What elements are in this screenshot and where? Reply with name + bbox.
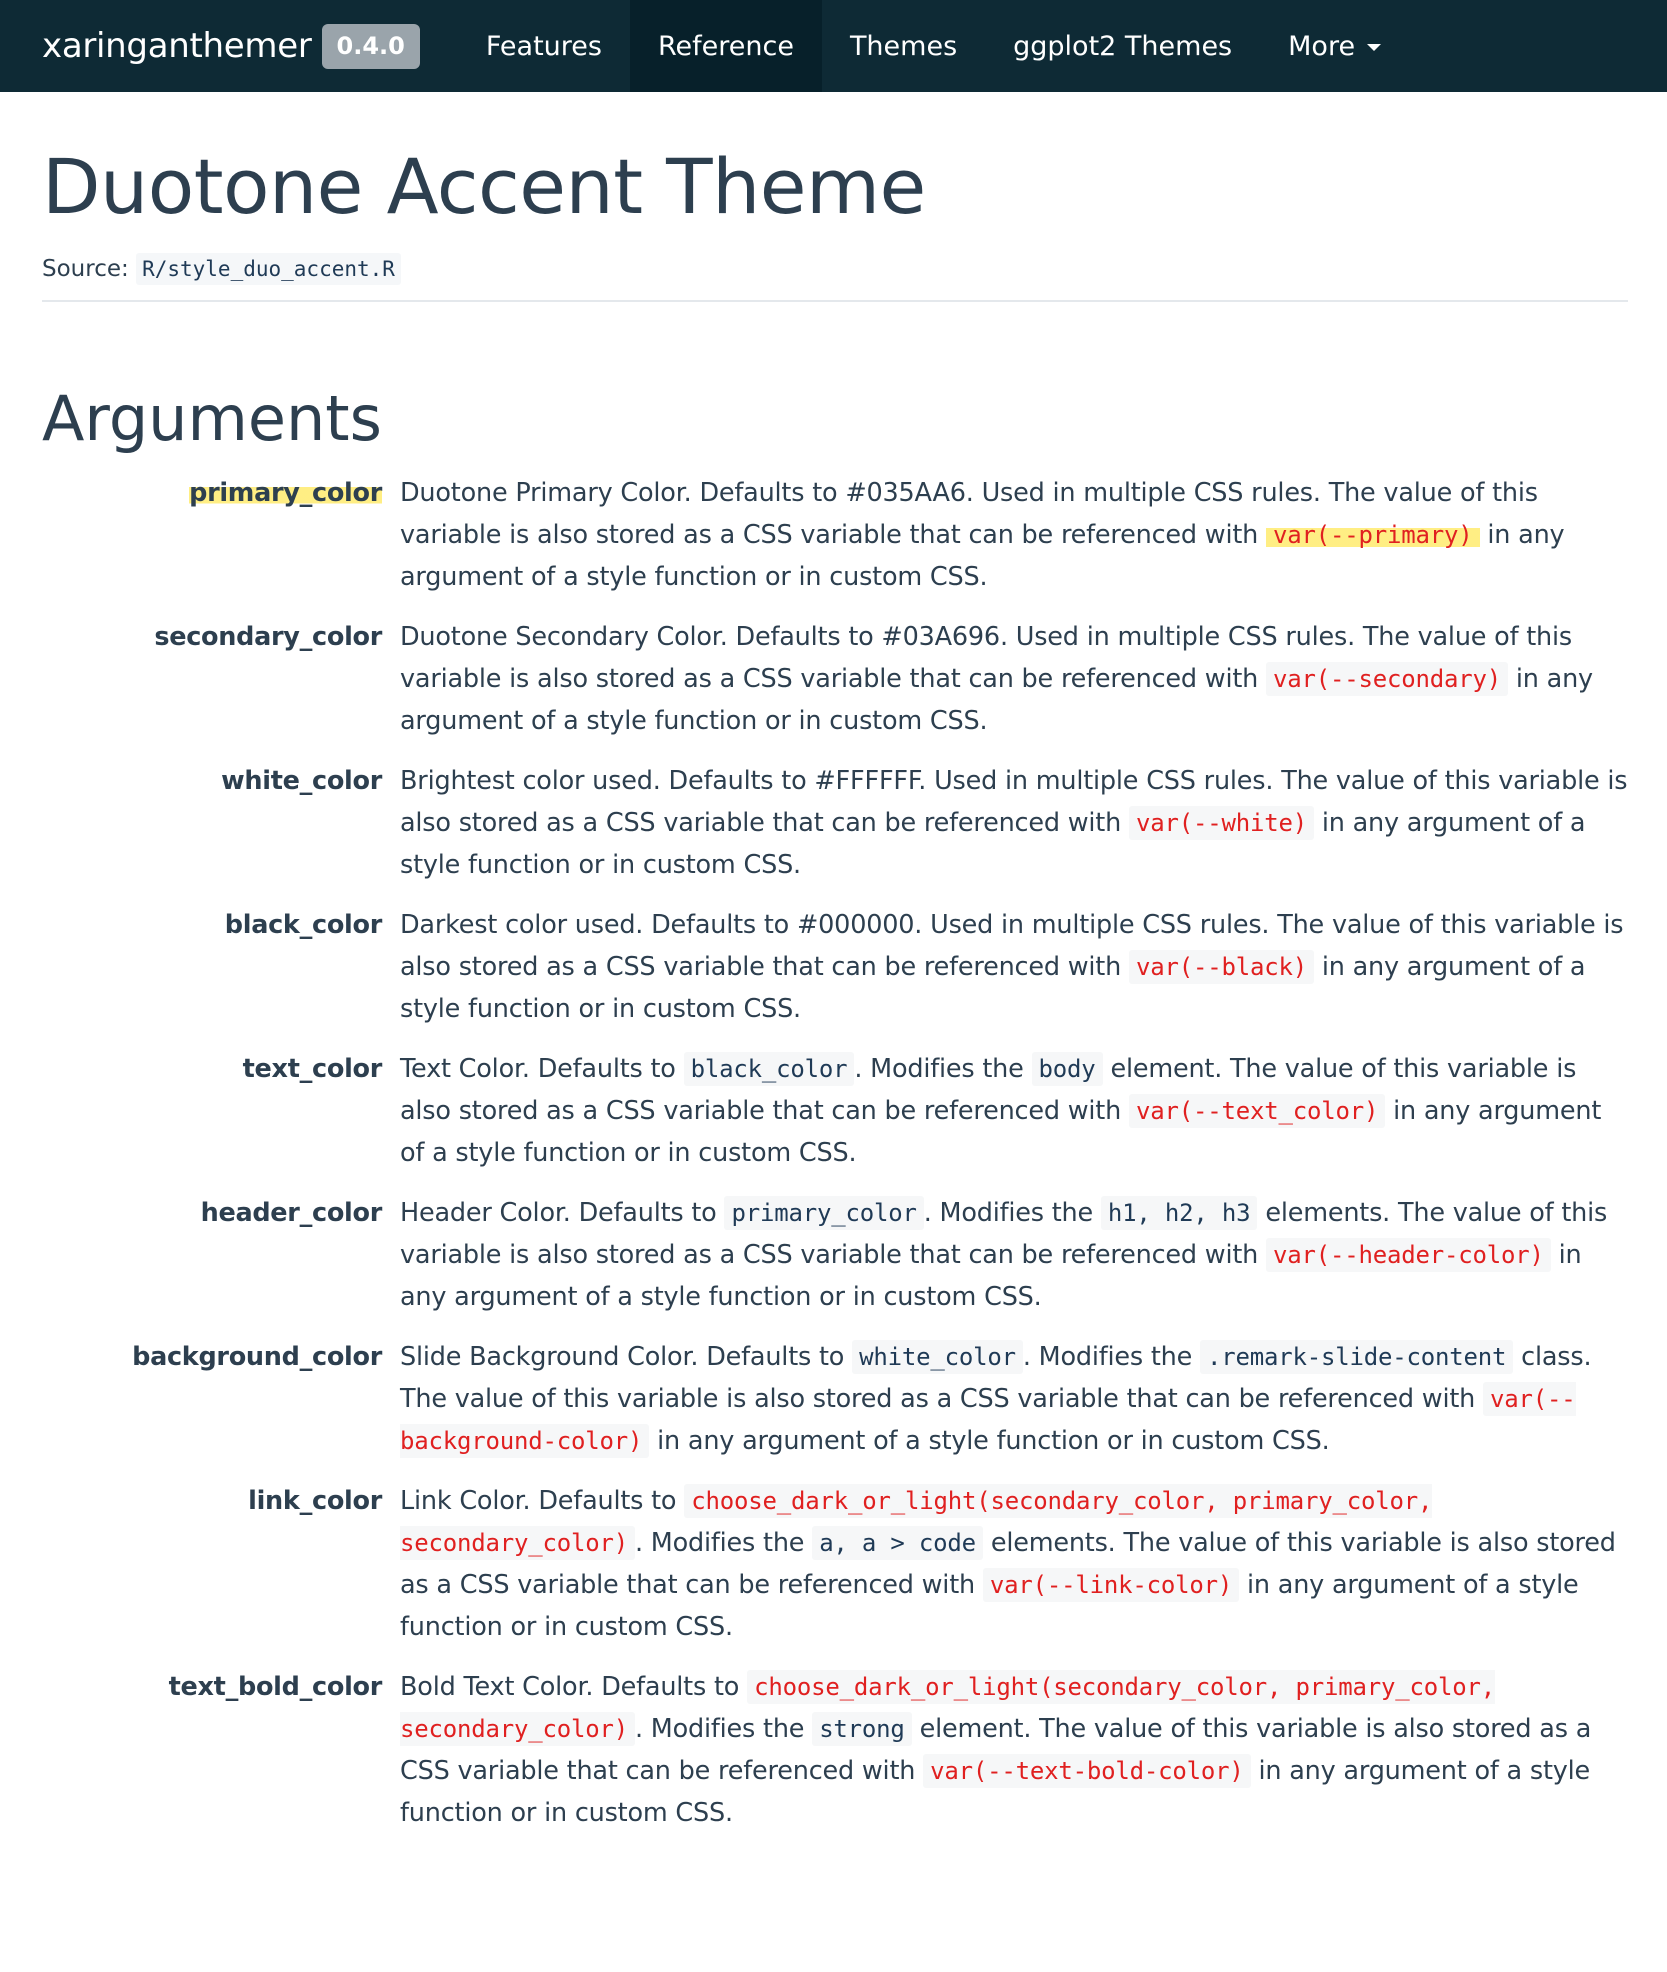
arg-row-black-color: black_color Darkest color used. Defaults… — [42, 904, 1628, 1030]
element-code: a, a > code — [812, 1526, 983, 1560]
source-line: Source: R/style_duo_accent.R — [42, 253, 1625, 285]
arg-row-primary-color: primary_color Duotone Primary Color. Def… — [42, 472, 1628, 598]
caret-down-icon — [1367, 44, 1382, 51]
css-var-code: var(--link-color) — [982, 1568, 1240, 1602]
arg-row-white-color: white_color Brightest color used. Defaul… — [42, 760, 1628, 886]
page-title: Duotone Accent Theme — [42, 142, 926, 231]
arg-name: text_bold_color — [168, 1672, 383, 1702]
highlighted-arg-name: primary_color — [189, 478, 382, 508]
element-code: body — [1031, 1052, 1103, 1086]
desc-text: Text Color. Defaults to — [400, 1054, 684, 1084]
css-var-code: var(--text_color) — [1128, 1094, 1386, 1128]
nav-more-label: More — [1288, 30, 1356, 62]
brand-link[interactable]: xaringanthemer — [42, 26, 312, 66]
main-content: Duotone Accent Theme Source: R/style_duo… — [0, 142, 1667, 1834]
element-code: .remark-slide-content — [1200, 1340, 1514, 1374]
desc-text: in any argument of a style function or i… — [649, 1426, 1330, 1456]
arg-name: text_color — [242, 1054, 383, 1084]
divider — [42, 300, 1628, 302]
css-var-code: var(--secondary) — [1266, 662, 1508, 696]
arg-name: header_color — [200, 1198, 383, 1228]
nav-more-dropdown[interactable]: More — [1260, 0, 1409, 92]
arg-description: Duotone Secondary Color. Defaults to #03… — [400, 616, 1628, 742]
desc-text: . Modifies the — [635, 1528, 813, 1558]
css-var-code: var(--black) — [1128, 950, 1314, 984]
arg-name: link_color — [248, 1486, 382, 1516]
desc-text: . Modifies the — [923, 1198, 1101, 1228]
arg-description: Slide Background Color. Defaults to whit… — [400, 1336, 1628, 1462]
default-value-code: white_color — [852, 1340, 1023, 1374]
arg-description: Header Color. Defaults to primary_color.… — [400, 1192, 1628, 1318]
desc-text: . Modifies the — [635, 1714, 813, 1744]
arg-row-link-color: link_color Link Color. Defaults to choos… — [42, 1480, 1628, 1648]
arg-description: Brightest color used. Defaults to #FFFFF… — [400, 760, 1628, 886]
nav-reference[interactable]: Reference — [629, 0, 822, 92]
css-var-code: var(--text-bold-color) — [923, 1754, 1251, 1788]
arg-row-header-color: header_color Header Color. Defaults to p… — [42, 1192, 1628, 1318]
arg-description: Text Color. Defaults to black_color. Mod… — [400, 1048, 1628, 1174]
arguments-list: primary_color Duotone Primary Color. Def… — [42, 472, 1628, 1834]
css-var-code: var(--primary) — [1266, 518, 1480, 552]
desc-text: . Modifies the — [1022, 1342, 1201, 1372]
arg-description: Bold Text Color. Defaults to choose_dark… — [400, 1666, 1628, 1834]
arg-description: Darkest color used. Defaults to #000000.… — [400, 904, 1628, 1030]
arg-name: primary_color — [42, 472, 400, 598]
arg-row-text-bold-color: text_bold_color Bold Text Color. Default… — [42, 1666, 1628, 1834]
arg-row-secondary-color: secondary_color Duotone Secondary Color.… — [42, 616, 1628, 742]
default-value-code: primary_color — [724, 1196, 924, 1230]
source-label: Source: — [42, 256, 129, 282]
css-var-code: var(--header-color) — [1266, 1238, 1551, 1272]
element-code: strong — [812, 1712, 912, 1746]
desc-text: Slide Background Color. Defaults to — [400, 1342, 853, 1372]
arg-name: secondary_color — [154, 622, 382, 652]
arg-name: black_color — [224, 910, 383, 940]
default-value-code: black_color — [683, 1052, 855, 1086]
arg-row-text-color: text_color Text Color. Defaults to black… — [42, 1048, 1628, 1174]
nav-themes[interactable]: Themes — [822, 0, 985, 92]
source-file-link[interactable]: R/style_duo_accent.R — [136, 253, 401, 285]
nav-ggplot2-themes[interactable]: ggplot2 Themes — [985, 0, 1260, 92]
section-title-arguments: Arguments — [42, 382, 382, 455]
nav-features[interactable]: Features — [458, 0, 630, 92]
arg-description: Duotone Primary Color. Defaults to #035A… — [400, 472, 1628, 598]
css-var-code: var(--white) — [1128, 806, 1314, 840]
arg-row-background-color: background_color Slide Background Color.… — [42, 1336, 1628, 1462]
desc-text: . Modifies the — [854, 1054, 1032, 1084]
desc-text: Header Color. Defaults to — [400, 1198, 725, 1228]
element-code: h1, h2, h3 — [1100, 1196, 1258, 1230]
arg-name: white_color — [221, 766, 382, 796]
desc-text: Link Color. Defaults to — [400, 1486, 685, 1516]
desc-text: Bold Text Color. Defaults to — [400, 1672, 748, 1702]
arg-description: Link Color. Defaults to choose_dark_or_l… — [400, 1480, 1628, 1648]
arg-name: background_color — [132, 1342, 382, 1372]
version-badge: 0.4.0 — [321, 23, 420, 69]
top-navbar: xaringanthemer 0.4.0 Features Reference … — [0, 0, 1667, 92]
